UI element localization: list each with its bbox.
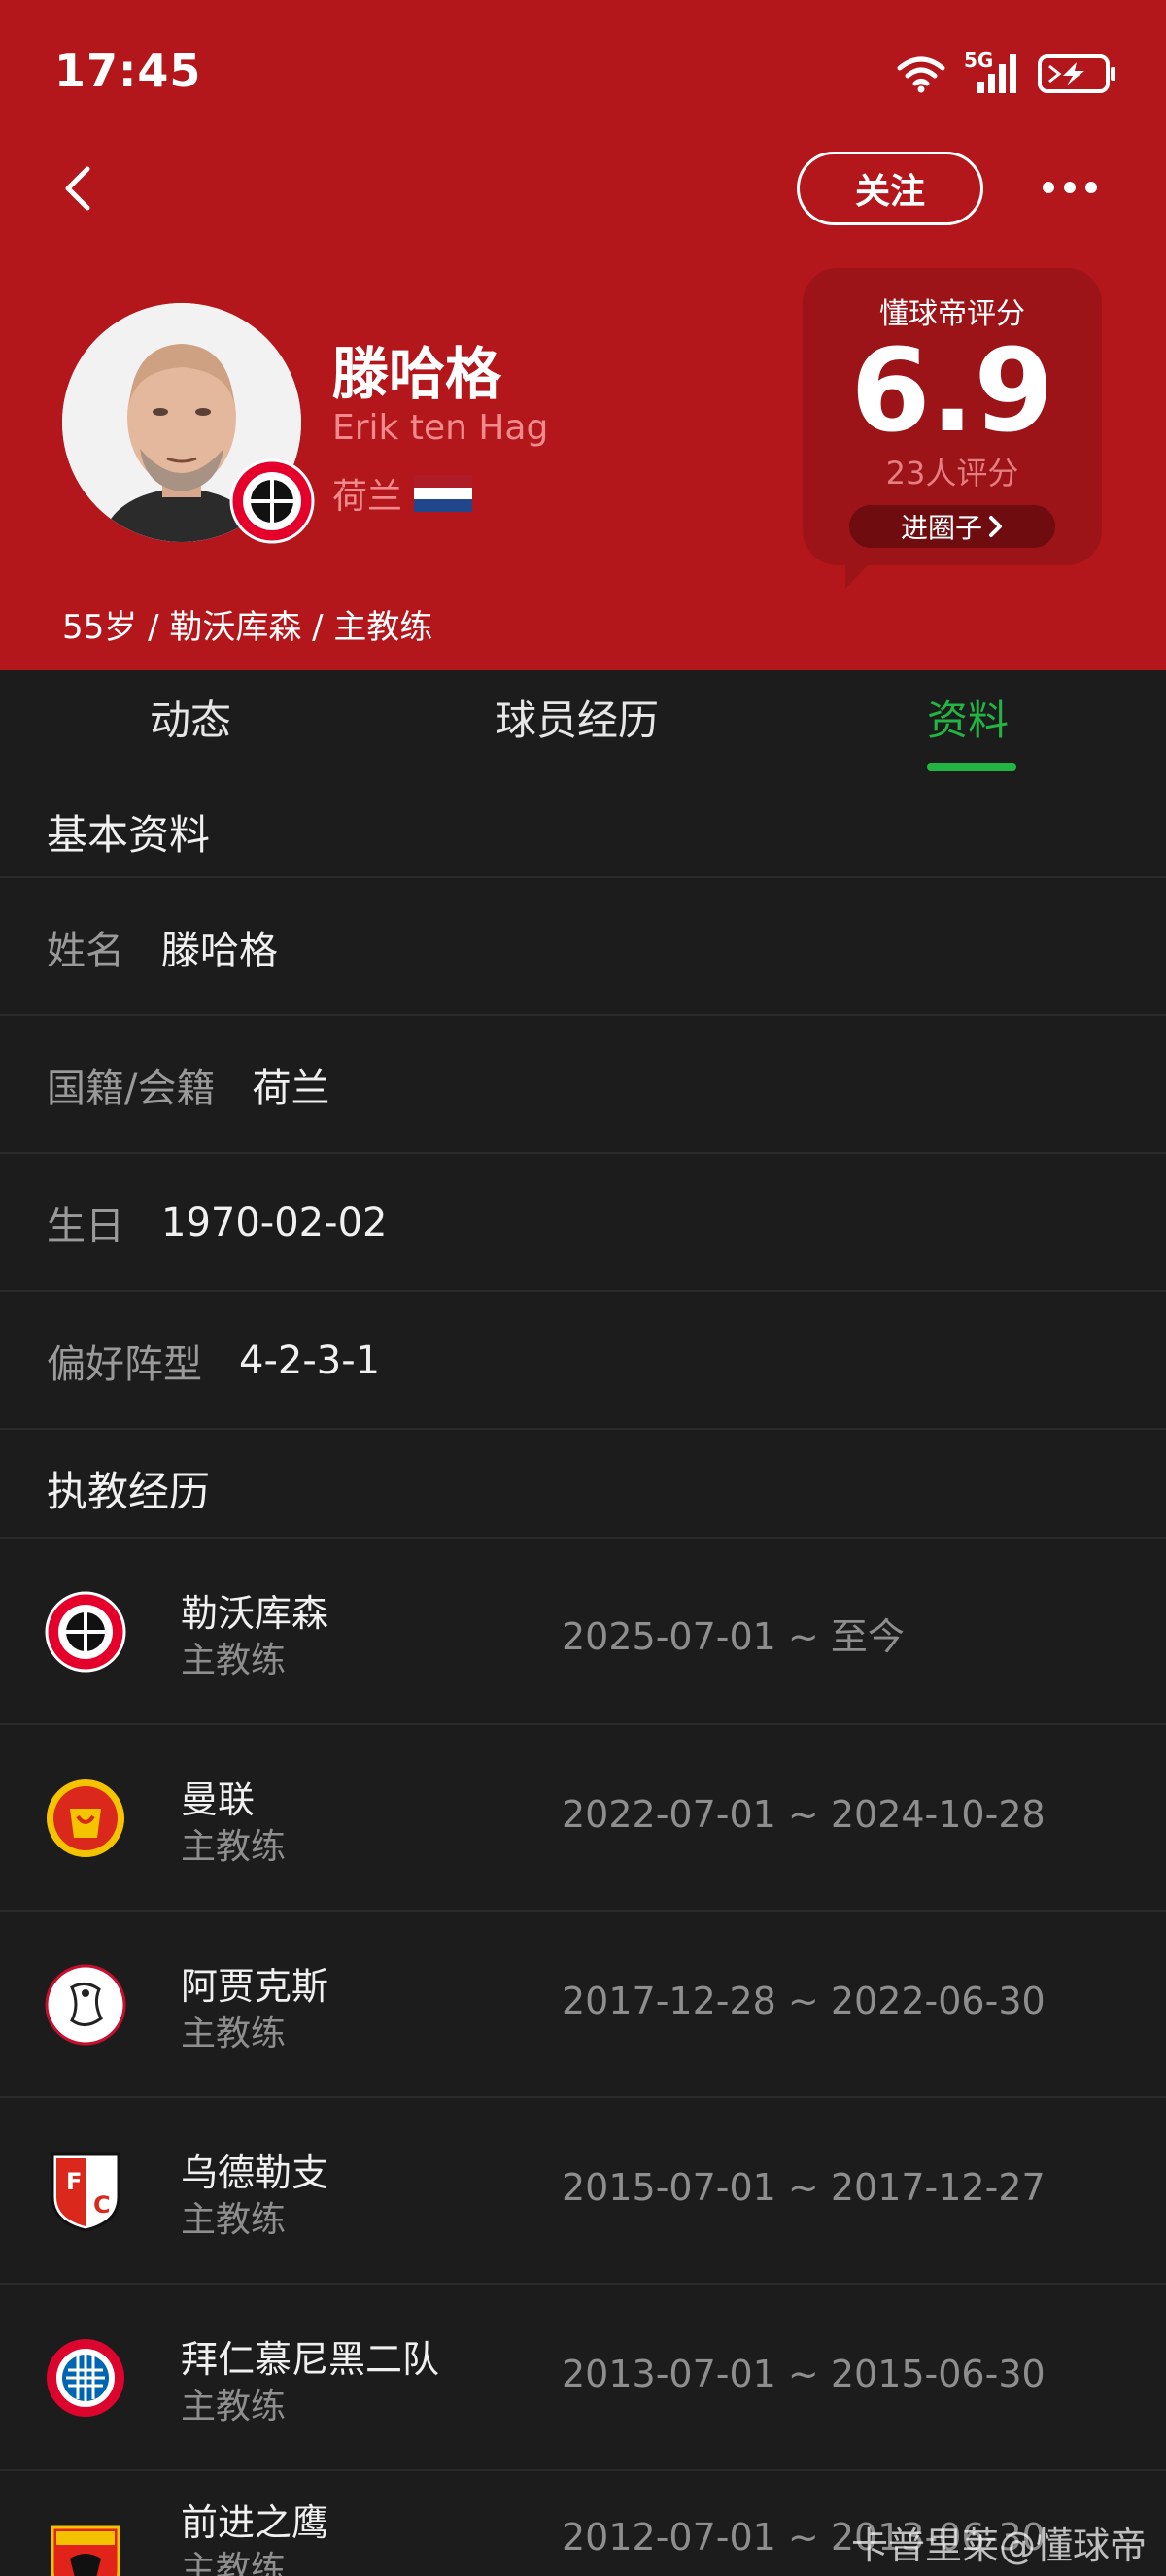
info-label: 生日 (47, 1204, 124, 1249)
tab-profile[interactable]: 资料 (927, 688, 1009, 747)
club-role: 主教练 (181, 2550, 287, 2576)
club-name: 勒沃库森 (181, 1592, 329, 1635)
info-value: 滕哈格 (161, 929, 278, 973)
bayern-logo-icon (47, 2339, 124, 2417)
club-role: 主教练 (181, 1641, 287, 1680)
career-header: 执教经历 (0, 1432, 1166, 1539)
svg-text:F: F (66, 2168, 82, 2195)
info-row-formation: 偏好阵型 4-2-3-1 (0, 1294, 1166, 1430)
club-name: 前进之鹰 (181, 2501, 329, 2544)
enter-circle-label: 进圈子 (900, 512, 982, 544)
career-row[interactable]: F C 乌德勒支 主教练 2015-07-01 ~ 2017-12-27 (0, 2098, 1166, 2285)
chevron-left-icon (65, 166, 90, 211)
more-dots-icon (1043, 182, 1097, 193)
coach-meta: 55岁 / 勒沃库森 / 主教练 (62, 608, 433, 647)
leverkusen-badge-icon (229, 458, 315, 544)
back-button[interactable] (54, 155, 101, 221)
tab-player-history[interactable]: 球员经历 (496, 688, 659, 747)
club-period: 2017-12-28 ~ 2022-06-30 (562, 1980, 1046, 2022)
wifi-icon (897, 56, 945, 93)
info-row-nationality: 国籍/会籍 荷兰 (0, 1018, 1166, 1154)
battery-charging-icon (1038, 54, 1115, 93)
club-period: 2025-07-01 ~ 至今 (562, 1615, 905, 1658)
follow-button[interactable]: 关注 (797, 152, 983, 225)
info-value: 1970-02-02 (161, 1201, 388, 1245)
profile-header: 17:45 5G 关注 滕哈格 Erik ten Hag 荷兰 懂球帝评分 6.… (0, 0, 1166, 670)
club-role: 主教练 (181, 1827, 287, 1867)
career-title: 执教经历 (47, 1468, 211, 1515)
info-label: 姓名 (47, 929, 124, 973)
club-role: 主教练 (181, 2200, 287, 2240)
club-period: 2015-07-01 ~ 2017-12-27 (562, 2166, 1046, 2209)
info-label: 偏好阵型 (47, 1342, 202, 1387)
status-icons: 5G (896, 49, 1117, 97)
current-club-badge (229, 458, 315, 544)
rating-count: 23人评分 (885, 455, 1019, 491)
status-bar: 17:45 5G (0, 0, 1166, 146)
active-tab-indicator (927, 763, 1016, 771)
info-value: 荷兰 (252, 1067, 330, 1111)
tab-bar: 动态 球员经历 资料 (0, 670, 1166, 779)
netherlands-flag-icon (414, 475, 473, 512)
ajax-logo-icon (45, 1964, 126, 2046)
more-options-button[interactable] (1035, 160, 1105, 215)
club-role: 主教练 (181, 2387, 287, 2426)
go-ahead-eagles-logo-icon (51, 2525, 120, 2576)
basic-info-title: 基本资料 (47, 811, 211, 859)
chevron-right-icon (989, 516, 1002, 537)
utrecht-logo-icon: F C (51, 2152, 120, 2232)
info-row-name: 姓名 滕哈格 (0, 880, 1166, 1016)
tab-dynamics[interactable]: 动态 (150, 688, 231, 747)
club-name: 乌德勒支 (181, 2152, 329, 2194)
basic-info-header: 基本资料 (0, 779, 1166, 878)
career-row[interactable]: 拜仁慕尼黑二队 主教练 2013-07-01 ~ 2015-06-30 (0, 2285, 1166, 2471)
club-role: 主教练 (181, 2014, 287, 2053)
rating-card-tail (845, 554, 878, 589)
club-period: 2022-07-01 ~ 2024-10-28 (562, 1793, 1046, 1836)
coach-name-en: Erik ten Hag (332, 408, 549, 448)
career-row[interactable]: 勒沃库森 主教练 2025-07-01 ~ 至今 (0, 1539, 1166, 1725)
club-period: 2013-07-01 ~ 2015-06-30 (562, 2353, 1046, 2395)
info-value: 4-2-3-1 (239, 1339, 381, 1383)
enter-circle-button[interactable]: 进圈子 (849, 505, 1055, 548)
info-row-birthday: 生日 1970-02-02 (0, 1156, 1166, 1292)
cellular-signal-icon: 5G (964, 49, 1020, 95)
career-row[interactable]: 曼联 主教练 2022-07-01 ~ 2024-10-28 (0, 1725, 1166, 1912)
svg-text:C: C (93, 2191, 111, 2219)
nationality-row: 荷兰 (332, 468, 473, 519)
status-time: 17:45 (54, 45, 202, 97)
watermark: 卡普里莱@懂球帝 (851, 2525, 1148, 2567)
rating-card[interactable]: 懂球帝评分 6.9 23人评分 进圈子 (803, 268, 1102, 565)
man-utd-logo-icon (47, 1779, 124, 1857)
info-label: 国籍/会籍 (47, 1067, 216, 1111)
club-name: 曼联 (181, 1779, 256, 1821)
club-name: 阿贾克斯 (181, 1965, 329, 2008)
coach-name-cn: 滕哈格 (332, 341, 502, 407)
club-name: 拜仁慕尼黑二队 (181, 2338, 440, 2381)
leverkusen-logo-icon (45, 1591, 126, 1673)
nationality-label: 荷兰 (332, 477, 403, 517)
rating-score: 6.9 (850, 323, 1054, 458)
career-row[interactable]: 阿贾克斯 主教练 2017-12-28 ~ 2022-06-30 (0, 1912, 1166, 2098)
